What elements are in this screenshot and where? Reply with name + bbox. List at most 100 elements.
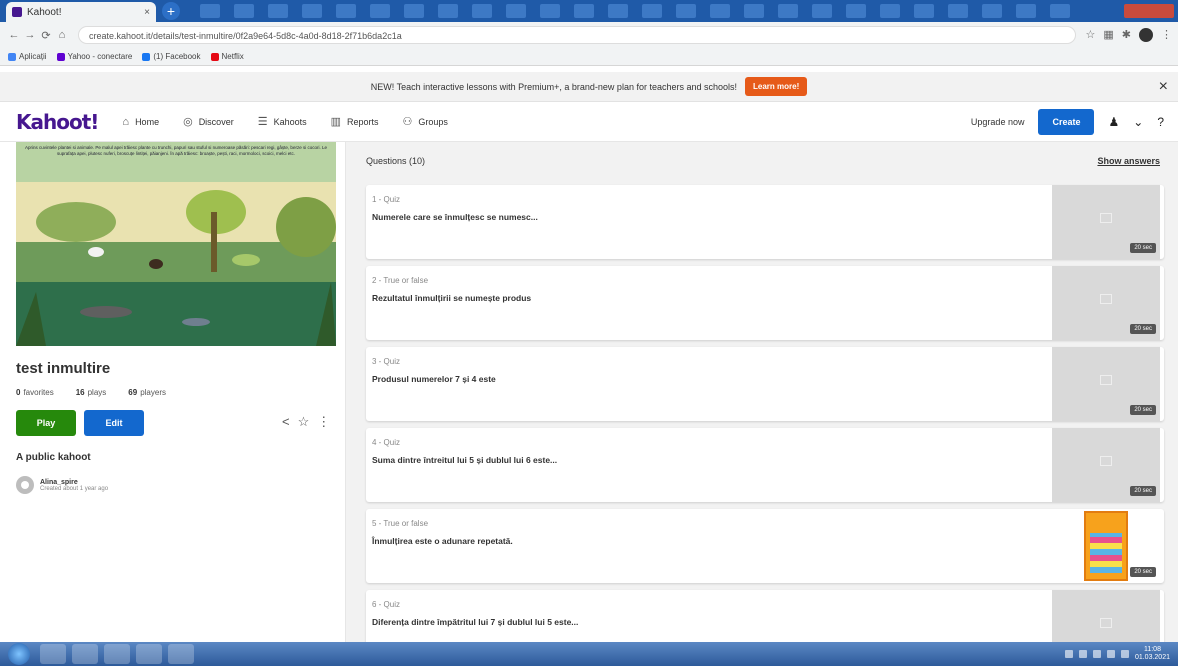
- forward-icon[interactable]: →: [22, 29, 38, 41]
- share-icon[interactable]: <: [282, 414, 290, 430]
- plays-label: plays: [87, 388, 107, 397]
- clock[interactable]: 11:08 01.03.2021: [1135, 646, 1170, 662]
- kahoot-logo[interactable]: Kahoot!: [16, 110, 99, 134]
- question-card[interactable]: 5 - True or false Înmulțirea este o adun…: [366, 509, 1164, 583]
- image-placeholder-icon: [1100, 618, 1112, 628]
- chrome-taskbar-icon[interactable]: [40, 644, 66, 664]
- blurred-tab[interactable]: [914, 4, 934, 18]
- question-type: 3 - Quiz: [372, 357, 401, 366]
- blurred-tab[interactable]: [710, 4, 730, 18]
- blurred-tab[interactable]: [438, 4, 458, 18]
- taskbar-ghost-tabs: [200, 4, 1070, 18]
- bookmark-netflix[interactable]: Netflix: [210, 52, 244, 61]
- blurred-tab[interactable]: [404, 4, 424, 18]
- blurred-tab[interactable]: [370, 4, 390, 18]
- question-text: Rezultatul înmulțirii se numește produs: [372, 293, 532, 303]
- home-icon: ⌂: [122, 115, 130, 128]
- browser-tab-kahoot[interactable]: Kahoot! ×: [6, 2, 156, 22]
- blurred-tab[interactable]: [744, 4, 764, 18]
- start-button[interactable]: [8, 643, 30, 665]
- menu-icon[interactable]: ⋮: [1161, 28, 1172, 42]
- chevron-down-icon[interactable]: ⌄: [1133, 115, 1143, 129]
- blurred-tab[interactable]: [200, 4, 220, 18]
- app-taskbar-icon[interactable]: [136, 644, 162, 664]
- more-options-icon[interactable]: ⋮: [317, 414, 330, 430]
- network-icon[interactable]: [1106, 650, 1115, 658]
- powerpoint-taskbar-icon[interactable]: [168, 644, 194, 664]
- tray-icon[interactable]: [1078, 650, 1087, 658]
- bookmark-yahoo[interactable]: Yahoo - conectare: [56, 52, 132, 61]
- author-info[interactable]: Alina_spire Created about 1 year ago: [16, 476, 108, 494]
- user-icon[interactable]: ♟: [1108, 115, 1119, 129]
- blurred-tab[interactable]: [234, 4, 254, 18]
- tab-close-icon[interactable]: ×: [144, 7, 150, 18]
- blurred-tab[interactable]: [676, 4, 696, 18]
- blurred-tab[interactable]: [540, 4, 560, 18]
- blurred-tab[interactable]: [1050, 4, 1070, 18]
- nav-home[interactable]: ⌂ Home: [122, 115, 159, 128]
- bookmark-facebook[interactable]: (1) Facebook: [142, 52, 201, 61]
- blurred-tab[interactable]: [506, 4, 526, 18]
- question-card[interactable]: 6 - Quiz Diferența dintre împătritul lui…: [366, 590, 1164, 642]
- new-tab-button[interactable]: +: [162, 2, 180, 20]
- blurred-tab[interactable]: [472, 4, 492, 18]
- blurred-tab[interactable]: [642, 4, 662, 18]
- question-card[interactable]: 2 - True or false Rezultatul înmulțirii …: [366, 266, 1164, 340]
- profile-avatar-icon[interactable]: [1139, 28, 1153, 42]
- puzzle-icon[interactable]: ✱: [1122, 28, 1131, 42]
- blurred-tab[interactable]: [880, 4, 900, 18]
- volume-icon[interactable]: [1120, 650, 1129, 658]
- bookmarks-bar: Aplicații Yahoo - conectare (1) Facebook…: [0, 48, 1178, 66]
- window-controls[interactable]: [1124, 4, 1174, 18]
- tray-icon[interactable]: [1064, 650, 1073, 658]
- create-button[interactable]: Create: [1038, 108, 1095, 135]
- blurred-tab[interactable]: [982, 4, 1002, 18]
- blurred-tab[interactable]: [608, 4, 628, 18]
- nav-reports[interactable]: ▥ Reports: [331, 115, 379, 128]
- blurred-tab[interactable]: [302, 4, 322, 18]
- tab-title: Kahoot!: [27, 6, 62, 18]
- media-taskbar-icon[interactable]: [72, 644, 98, 664]
- learn-more-button[interactable]: Learn more!: [745, 77, 808, 96]
- url-field[interactable]: create.kahoot.it/details/test-inmultire/…: [78, 26, 1076, 44]
- back-icon[interactable]: ←: [6, 29, 22, 41]
- blurred-tab[interactable]: [948, 4, 968, 18]
- upgrade-now-link[interactable]: Upgrade now: [971, 117, 1025, 127]
- compass-icon: ◎: [183, 116, 193, 128]
- favorite-star-icon[interactable]: ☆: [298, 414, 310, 430]
- close-icon[interactable]: ×: [1159, 78, 1168, 96]
- question-text: Înmulțirea este o adunare repetată.: [372, 536, 513, 546]
- blurred-tab[interactable]: [812, 4, 832, 18]
- browser-toolbar-icons: ☆ ▦ ✱ ⋮: [1086, 28, 1172, 42]
- question-card[interactable]: 1 - Quiz Numerele care se înmulțesc se n…: [366, 185, 1164, 259]
- question-card[interactable]: 4 - Quiz Suma dintre întreitul lui 5 și …: [366, 428, 1164, 502]
- main-nav: ⌂ Home ◎ Discover ☰ Kahoots ▥ Reports ⚇ Group…: [122, 115, 448, 129]
- blurred-tab[interactable]: [574, 4, 594, 18]
- explorer-taskbar-icon[interactable]: [104, 644, 130, 664]
- blurred-tab[interactable]: [846, 4, 866, 18]
- help-icon[interactable]: ?: [1157, 115, 1164, 129]
- question-text: Diferența dintre împătritul lui 7 și dub…: [372, 617, 579, 627]
- reload-icon[interactable]: ⟳: [38, 29, 54, 42]
- star-icon[interactable]: ☆: [1086, 28, 1096, 42]
- bookmark-apps[interactable]: Aplicații: [8, 52, 47, 61]
- nav-kahoots[interactable]: ☰ Kahoots: [258, 115, 307, 128]
- edit-button[interactable]: Edit: [84, 410, 144, 436]
- kahoot-stats: 0 favorites 16 plays 69 players: [16, 388, 166, 397]
- question-thumbnail: [1052, 590, 1160, 642]
- blurred-tab[interactable]: [778, 4, 798, 18]
- question-card[interactable]: 3 - Quiz Produsul numerelor 7 și 4 este …: [366, 347, 1164, 421]
- extensions-icon[interactable]: ▦: [1103, 28, 1113, 42]
- tray-icon[interactable]: [1092, 650, 1101, 658]
- nav-groups[interactable]: ⚇ Groups: [403, 115, 448, 128]
- blurred-tab[interactable]: [336, 4, 356, 18]
- blurred-tab[interactable]: [1016, 4, 1036, 18]
- show-answers-link[interactable]: Show answers: [1097, 156, 1160, 166]
- play-button[interactable]: Play: [16, 410, 76, 436]
- pond-illustration: [16, 182, 336, 346]
- home-icon[interactable]: ⌂: [54, 29, 70, 41]
- taskbar-apps: [40, 644, 194, 664]
- nav-discover[interactable]: ◎ Discover: [183, 115, 234, 128]
- blurred-tab[interactable]: [268, 4, 288, 18]
- nav-label: Home: [135, 116, 160, 127]
